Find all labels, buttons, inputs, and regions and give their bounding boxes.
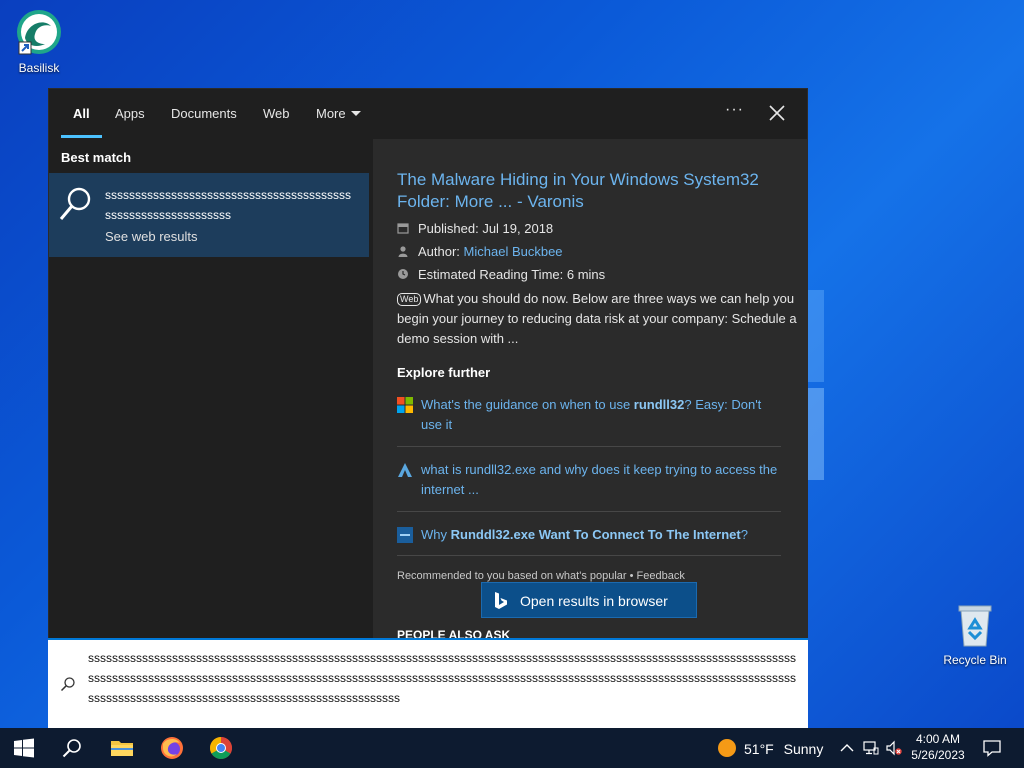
site-icon bbox=[397, 527, 413, 543]
divider bbox=[397, 446, 781, 447]
search-tabs: All Apps Documents Web More ··· bbox=[49, 89, 807, 139]
best-match-item[interactable]: ssssssssssssssssssssssssssssssssssssssss… bbox=[49, 173, 369, 257]
clock-date: 5/26/2023 bbox=[911, 748, 965, 762]
more-options-icon[interactable]: ··· bbox=[725, 101, 744, 119]
calendar-icon bbox=[397, 223, 409, 234]
explore-item[interactable]: Why Runddl32.exe Want To Connect To The … bbox=[397, 525, 781, 545]
weather-condition: Sunny bbox=[783, 741, 824, 757]
author-row: Author: Michael Buckbee bbox=[397, 244, 563, 259]
taskbar-search-icon[interactable] bbox=[62, 738, 82, 758]
recycle-bin-icon bbox=[958, 605, 992, 647]
explore-further-heading: Explore further bbox=[397, 365, 491, 380]
chrome-icon[interactable] bbox=[209, 736, 233, 760]
web-badge: Web bbox=[397, 293, 422, 306]
explore-item[interactable]: What's the guidance on when to use rundl… bbox=[397, 395, 781, 435]
result-title-link[interactable]: The Malware Hiding in Your Windows Syste… bbox=[397, 169, 797, 213]
divider bbox=[397, 555, 781, 556]
tab-more-label: More bbox=[316, 106, 346, 121]
person-icon bbox=[398, 246, 408, 257]
active-tab-indicator bbox=[61, 135, 102, 138]
clock[interactable]: 4:00 AM 5/26/2023 bbox=[905, 731, 971, 763]
tab-web[interactable]: Web bbox=[263, 106, 290, 121]
notifications-icon[interactable] bbox=[983, 739, 1001, 757]
tab-documents[interactable]: Documents bbox=[171, 106, 237, 121]
open-button-label: Open results in browser bbox=[520, 593, 668, 609]
desktop-icon-recycle-bin[interactable]: Recycle Bin bbox=[940, 602, 1010, 667]
taskbar: 51°F Sunny 4:00 AM 5/26/2023 bbox=[0, 728, 1024, 768]
explore-item-bold: rundll32 bbox=[633, 397, 685, 412]
best-match-subtitle: See web results bbox=[105, 229, 198, 244]
microsoft-icon bbox=[397, 397, 413, 413]
divider bbox=[397, 511, 781, 512]
search-box[interactable]: ssssssssssssssssssssssssssssssssssssssss… bbox=[48, 638, 808, 728]
author-label: Author: bbox=[418, 244, 464, 259]
desktop-icon-basilisk[interactable]: Basilisk bbox=[4, 8, 74, 75]
published-date: Published: Jul 19, 2018 bbox=[418, 221, 554, 236]
a-icon bbox=[398, 463, 412, 477]
desktop-icon-label: Recycle Bin bbox=[943, 653, 1007, 667]
desktop-light-beam bbox=[808, 388, 824, 480]
tab-apps[interactable]: Apps bbox=[115, 106, 145, 121]
author-link[interactable]: Michael Buckbee bbox=[464, 244, 563, 259]
firefox-icon[interactable] bbox=[160, 736, 184, 760]
weather-widget[interactable]: 51°F Sunny bbox=[718, 739, 823, 757]
best-match-heading: Best match bbox=[61, 150, 132, 165]
preview-pane: The Malware Hiding in Your Windows Syste… bbox=[373, 139, 807, 639]
clock-time: 4:00 AM bbox=[915, 732, 961, 746]
explore-item[interactable]: what is rundll32.exe and why does it kee… bbox=[397, 460, 781, 500]
reading-time: Estimated Reading Time: 6 mins bbox=[418, 267, 606, 282]
weather-temp: 51°F bbox=[744, 741, 774, 757]
sun-icon bbox=[718, 739, 736, 757]
explore-item-text: Why bbox=[421, 527, 451, 542]
search-icon bbox=[60, 677, 75, 692]
chevron-down-icon bbox=[350, 111, 361, 116]
close-icon[interactable] bbox=[767, 103, 787, 123]
recommended-text: Recommended to you based on what's popul… bbox=[397, 570, 685, 582]
search-input[interactable]: ssssssssssssssssssssssssssssssssssssssss… bbox=[88, 648, 796, 708]
results-list: Best match sssssssssssssssssssssssssssss… bbox=[49, 139, 369, 639]
windows-start-icon[interactable] bbox=[14, 738, 34, 758]
desktop-light-beam bbox=[808, 290, 824, 382]
reading-time-row: Estimated Reading Time: 6 mins bbox=[397, 267, 605, 282]
network-icon[interactable] bbox=[863, 740, 879, 756]
clock-icon bbox=[398, 269, 408, 279]
explore-item-text: what is rundll32.exe and why does it kee… bbox=[421, 462, 778, 497]
explore-item-text: ? bbox=[740, 527, 748, 542]
open-results-in-browser-button[interactable]: Open results in browser bbox=[481, 582, 697, 618]
explore-item-bold: Runddl32.exe Want To Connect To The Inte… bbox=[450, 527, 741, 542]
tab-all[interactable]: All bbox=[73, 106, 90, 121]
result-snippet: Web What you should do now. Below are thr… bbox=[397, 289, 797, 349]
tab-more[interactable]: More bbox=[316, 106, 361, 121]
file-explorer-icon[interactable] bbox=[110, 736, 134, 760]
bing-icon bbox=[495, 592, 507, 609]
chevron-up-icon[interactable] bbox=[839, 740, 855, 756]
published-row: Published: Jul 19, 2018 bbox=[397, 221, 553, 236]
search-panel: All Apps Documents Web More ··· Best mat… bbox=[48, 88, 808, 640]
volume-muted-icon[interactable] bbox=[886, 740, 902, 756]
snippet-text: What you should do now. Below are three … bbox=[397, 291, 797, 346]
search-icon bbox=[59, 187, 91, 220]
explore-item-text: What's the guidance on when to use bbox=[421, 397, 634, 412]
desktop-icon-label: Basilisk bbox=[18, 61, 60, 75]
basilisk-icon bbox=[17, 10, 61, 55]
best-match-query: ssssssssssssssssssssssssssssssssssssssss… bbox=[105, 188, 351, 222]
